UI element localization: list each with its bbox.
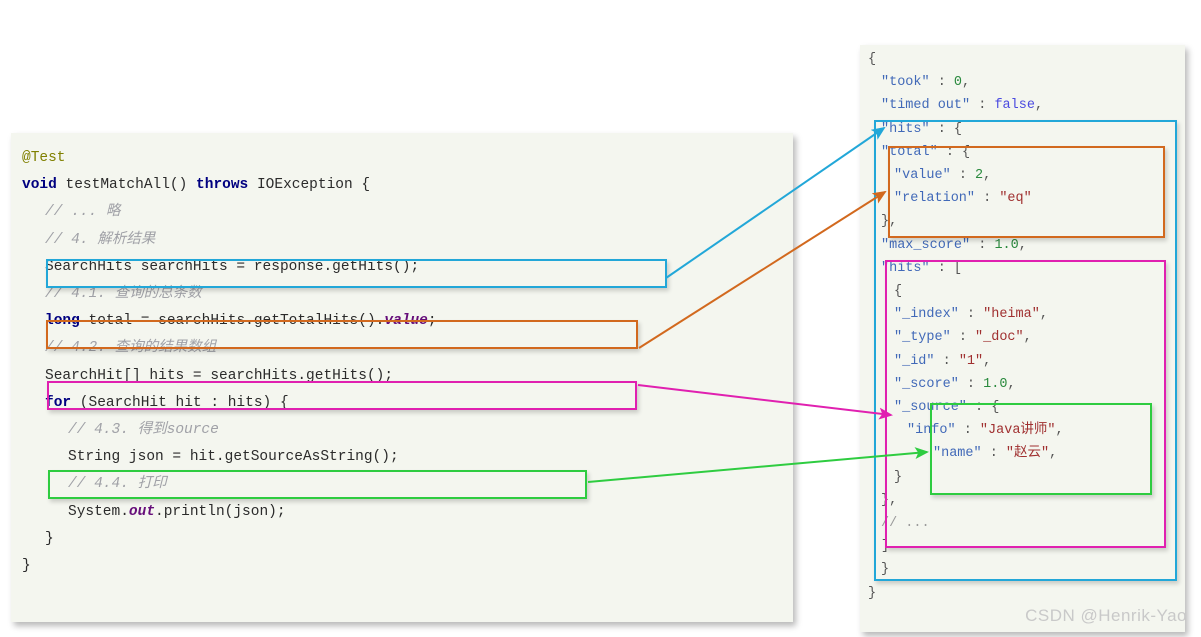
json-token: }	[868, 585, 877, 601]
code-line: }	[45, 531, 54, 547]
code-line: System.out.println(json);	[68, 504, 286, 520]
json-token: :	[929, 75, 954, 91]
json-highlight-source-object	[930, 403, 1152, 495]
code-token: IOException {	[248, 177, 371, 194]
json-highlight-total-object	[888, 146, 1165, 238]
code-highlight-searchhits	[46, 259, 667, 288]
json-token: false	[994, 98, 1035, 114]
code-token: // 4.3. 得到source	[68, 422, 219, 438]
code-token: out	[128, 503, 156, 520]
code-line: }	[22, 558, 31, 574]
screenshot-root: @Test void testMatchAll() throws IOExcept…	[0, 0, 1201, 637]
code-token: .println(json);	[155, 503, 286, 520]
json-line: "took" : 0,	[881, 75, 970, 90]
code-line: void testMatchAll() throws IOException {	[22, 177, 370, 193]
code-token: @Test	[22, 150, 66, 166]
json-token: ,	[1034, 98, 1044, 114]
code-token: // 4.1. 查询的总条数	[45, 286, 202, 302]
code-highlight-hits-array	[47, 381, 637, 410]
json-token: ,	[962, 75, 971, 91]
json-token: {	[868, 52, 877, 67]
code-token: // ... 略	[45, 204, 121, 221]
code-token: throws	[196, 177, 249, 194]
code-token: testMatchAll()	[56, 177, 197, 194]
code-line: // ... 略	[45, 204, 120, 220]
csdn-watermark: CSDN @Henrik-Yao	[1025, 606, 1187, 625]
json-token: "took"	[881, 75, 930, 91]
code-token: void	[22, 177, 57, 194]
java-code-panel: @Test void testMatchAll() throws IOExcept…	[11, 133, 793, 622]
json-line: {	[868, 52, 876, 67]
json-line: }	[868, 586, 876, 601]
json-line: "timed out" : false,	[881, 98, 1043, 113]
code-line: // 4.3. 得到source	[68, 422, 219, 438]
code-token: System.	[68, 503, 129, 520]
json-token: :	[970, 98, 995, 114]
code-line: @Test	[22, 150, 66, 166]
code-line: String json = hit.getSourceAsString();	[68, 449, 399, 465]
json-token: "timed out"	[881, 98, 971, 114]
code-line: // 4. 解析结果	[45, 232, 155, 248]
code-token: }	[45, 530, 54, 547]
code-highlight-source	[48, 470, 587, 499]
code-token: }	[22, 558, 31, 574]
code-token: // 4. 解析结果	[45, 231, 156, 248]
code-token: String json = hit.getSourceAsString();	[68, 449, 399, 466]
code-highlight-total	[46, 320, 638, 349]
json-token: 0	[953, 75, 963, 91]
code-line: // 4.1. 查询的总条数	[45, 286, 202, 302]
